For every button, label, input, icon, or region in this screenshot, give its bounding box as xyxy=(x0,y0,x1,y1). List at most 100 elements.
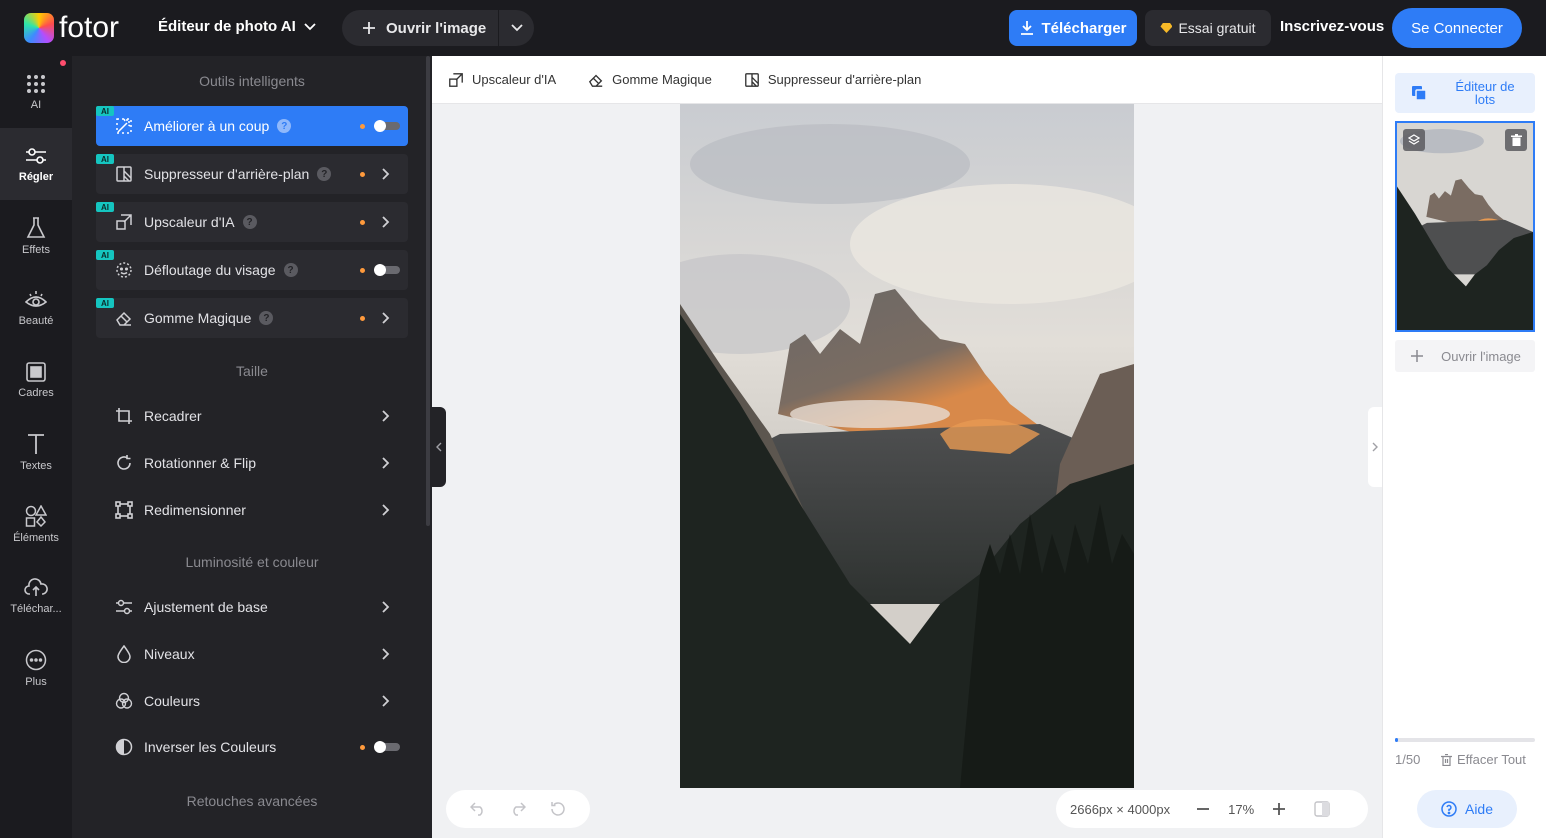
help-icon[interactable]: ? xyxy=(242,215,257,229)
tool-face-unblur[interactable]: AI Défloutage du visage ? xyxy=(96,250,408,290)
compare-icon[interactable] xyxy=(1314,801,1330,817)
app-title: Éditeur de photo AI xyxy=(158,18,296,35)
mountain-photo xyxy=(680,104,1134,788)
tool-basic-adjust[interactable]: Ajustement de base xyxy=(96,587,408,627)
chevron-right-icon xyxy=(378,214,394,230)
color-circles-icon xyxy=(114,691,134,711)
rail-item-frames[interactable]: Cadres xyxy=(0,344,72,416)
chevron-right-icon xyxy=(378,408,394,424)
eye-icon xyxy=(25,290,47,307)
open-image-button[interactable]: Ouvrir l'image xyxy=(342,10,498,46)
zoom-out-icon[interactable] xyxy=(1196,802,1210,816)
tool-rotate-flip[interactable]: Rotationner & Flip xyxy=(96,443,408,483)
section-title-size: Taille xyxy=(236,363,268,379)
tool-one-tap-enhance[interactable]: AI Améliorer à un coup ? xyxy=(96,106,408,146)
fotor-logo[interactable]: fotor xyxy=(24,13,119,43)
tool-label: Couleurs xyxy=(144,693,201,709)
image-thumbnail[interactable] xyxy=(1395,121,1535,332)
invert-icon xyxy=(114,737,134,757)
rail-label: Plus xyxy=(25,675,47,688)
toolbar-background-remover[interactable]: Suppresseur d'arrière-plan xyxy=(744,72,921,88)
upscale-icon xyxy=(449,72,463,87)
rail-item-texts[interactable]: Textes xyxy=(0,416,72,488)
free-trial-label: Essai gratuit xyxy=(1178,20,1256,36)
chevron-right-icon xyxy=(378,166,394,182)
tool-magic-eraser[interactable]: AI Gomme Magique ? xyxy=(96,298,408,338)
add-image-button[interactable]: Ouvrir l'image xyxy=(1395,340,1535,372)
photo-canvas[interactable] xyxy=(680,104,1134,788)
tool-crop[interactable]: Recadrer xyxy=(96,396,408,436)
canvas-area: Upscaleur d'IA Gomme Magique Suppresseur… xyxy=(432,56,1382,838)
toolbar-ai-upscaler[interactable]: Upscaleur d'IA xyxy=(448,72,556,88)
zoom-controls: 2666px × 4000px 17% xyxy=(1056,790,1368,828)
layer-icon[interactable] xyxy=(1403,129,1425,151)
rail-item-effects[interactable]: Effets xyxy=(0,200,72,272)
crop-icon xyxy=(114,406,134,426)
ai-badge: AI xyxy=(96,154,114,164)
rail-item-upload[interactable]: Téléchar... xyxy=(0,560,72,632)
help-icon[interactable]: ? xyxy=(259,311,274,325)
add-image-label: Ouvrir l'image xyxy=(1441,348,1521,364)
tool-levels[interactable]: Niveaux xyxy=(96,634,408,674)
section-title-advanced: Retouches avancées xyxy=(186,793,318,809)
face-unblur-toggle[interactable] xyxy=(374,264,400,276)
chevron-right-icon xyxy=(378,455,394,471)
signup-button[interactable]: Inscrivez-vous xyxy=(1280,18,1384,35)
collapse-panel-right-button[interactable] xyxy=(1368,407,1382,487)
eraser-icon xyxy=(589,74,603,87)
zoom-level[interactable]: 17% xyxy=(1226,802,1256,817)
tools-panel: Outils intelligents AI Améliorer à un co… xyxy=(72,56,432,838)
tool-background-remover[interactable]: AI Suppresseur d'arrière-plan ? xyxy=(96,154,408,194)
image-dimensions: 2666px × 4000px xyxy=(1070,801,1171,817)
tool-ai-upscaler[interactable]: AI Upscaleur d'IA ? xyxy=(96,202,408,242)
enhance-toggle[interactable] xyxy=(374,120,400,132)
app-title-dropdown[interactable]: Éditeur de photo AI xyxy=(158,18,316,35)
redo-icon[interactable] xyxy=(510,802,526,816)
help-label: Aide xyxy=(1464,801,1494,817)
login-button[interactable]: Se Connecter xyxy=(1392,8,1522,48)
tool-label: Upscaleur d'IA xyxy=(144,214,235,230)
help-icon[interactable]: ? xyxy=(317,167,332,181)
rail-item-adjust[interactable]: Régler xyxy=(0,128,72,200)
rail-item-more[interactable]: Plus xyxy=(0,632,72,704)
reset-icon[interactable] xyxy=(550,801,566,817)
help-button[interactable]: Aide xyxy=(1417,790,1517,828)
free-trial-button[interactable]: Essai gratuit xyxy=(1145,10,1271,46)
tool-label: Défloutage du visage xyxy=(144,262,276,278)
rail-label: Téléchar... xyxy=(10,602,62,615)
rail-label: Régler xyxy=(18,170,54,183)
rail-label: Éléments xyxy=(13,531,59,544)
tool-resize[interactable]: Redimensionner xyxy=(96,490,408,530)
flask-icon xyxy=(26,216,46,238)
layers-icon xyxy=(1412,86,1427,101)
tool-invert-colors[interactable]: Inverser les Couleurs xyxy=(96,727,408,767)
rail-item-elements[interactable]: Éléments xyxy=(0,488,72,560)
invert-colors-toggle[interactable] xyxy=(374,741,400,753)
clear-all-button[interactable]: Effacer Tout xyxy=(1441,752,1526,767)
rail-item-beauty[interactable]: Beauté xyxy=(0,272,72,344)
resize-icon xyxy=(114,500,134,520)
more-icon xyxy=(25,649,47,670)
undo-icon[interactable] xyxy=(470,802,486,816)
zoom-in-icon[interactable] xyxy=(1272,802,1286,816)
collapse-panel-left-button[interactable] xyxy=(432,407,446,487)
download-button[interactable]: Télécharger xyxy=(1009,10,1137,46)
face-unblur-icon xyxy=(114,260,134,280)
rail-label: Beauté xyxy=(18,314,54,327)
ai-badge: AI xyxy=(96,298,114,308)
tool-colors[interactable]: Couleurs xyxy=(96,681,408,721)
open-image-dropdown[interactable] xyxy=(499,10,534,46)
toolbar-magic-eraser[interactable]: Gomme Magique xyxy=(588,72,712,88)
help-icon[interactable]: ? xyxy=(277,119,292,133)
help-icon[interactable]: ? xyxy=(283,263,298,277)
batch-editor-button[interactable]: Éditeur de lots xyxy=(1395,73,1535,113)
toolbar-label: Upscaleur d'IA xyxy=(472,72,557,87)
trash-icon xyxy=(1441,753,1452,766)
ai-badge: AI xyxy=(96,202,114,212)
rail-item-ai[interactable]: AI xyxy=(0,56,72,128)
rotate-icon xyxy=(114,453,134,473)
background-remove-icon xyxy=(114,164,134,184)
toolbar-label: Gomme Magique xyxy=(612,72,712,87)
trash-icon[interactable] xyxy=(1505,129,1527,151)
panel-scrollbar[interactable] xyxy=(426,56,430,526)
